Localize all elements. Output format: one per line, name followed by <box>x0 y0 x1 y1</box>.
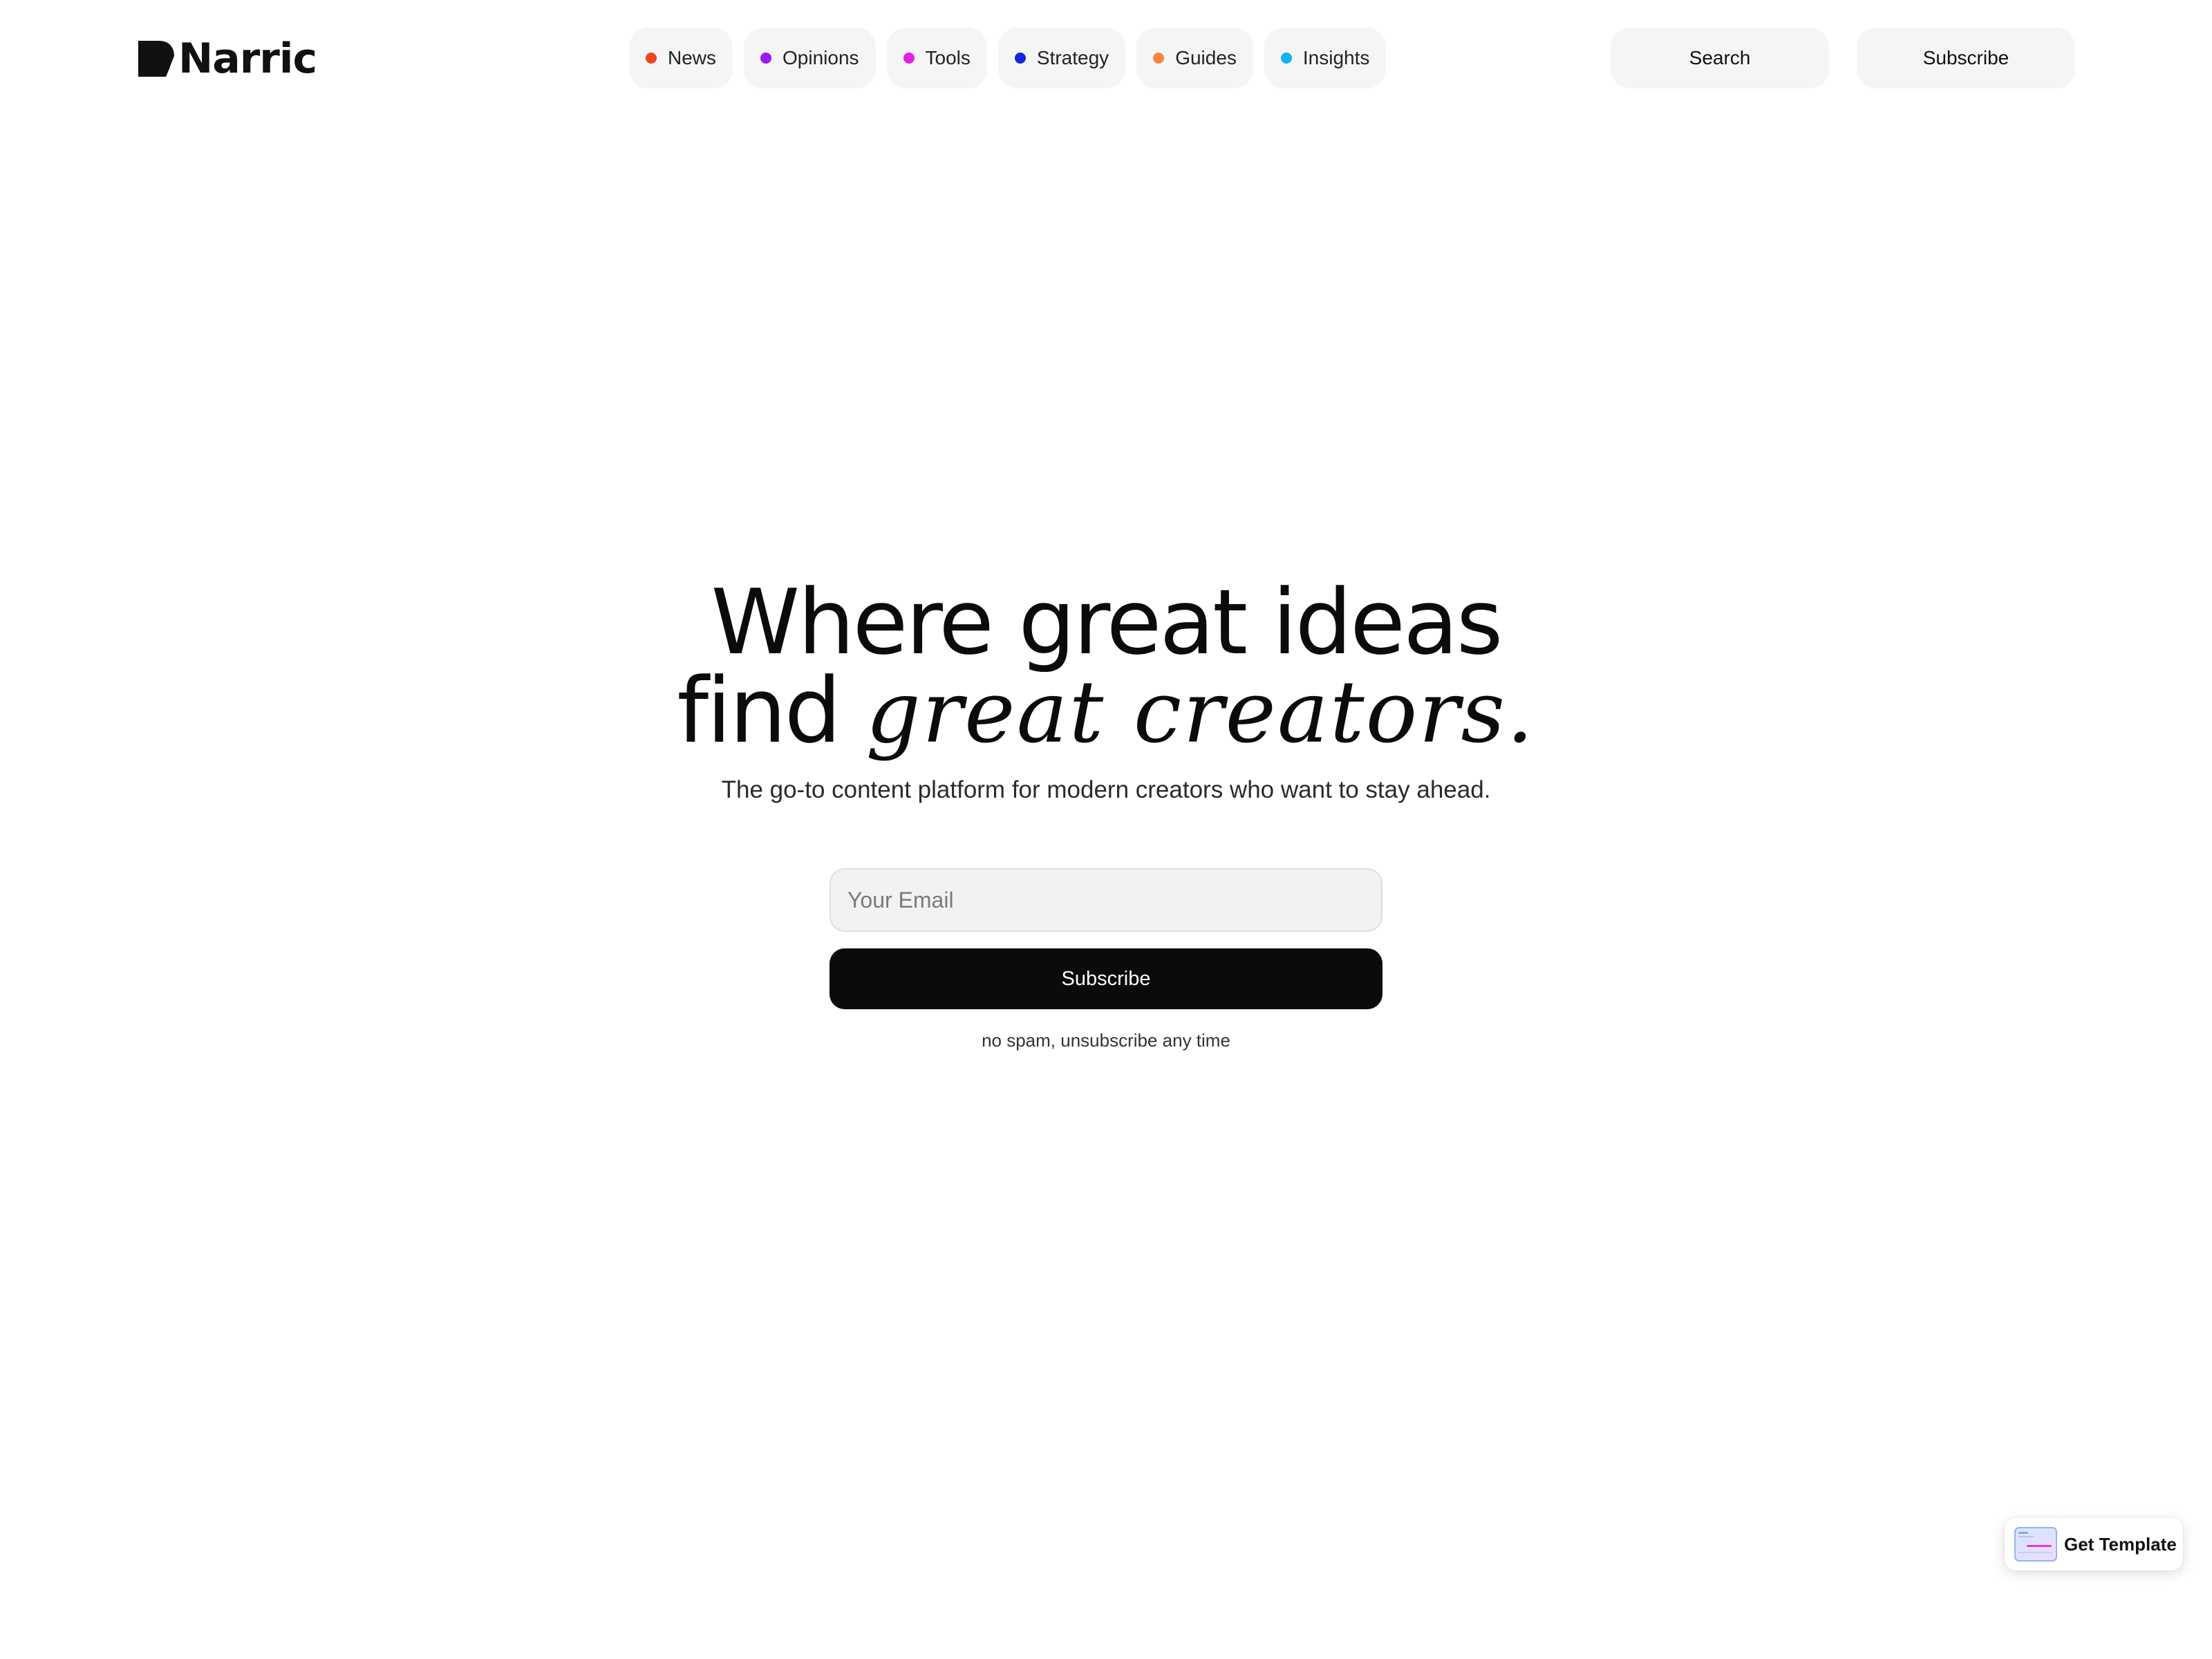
get-template-button[interactable]: Get Template <box>2005 1518 2183 1571</box>
logo[interactable]: Narric <box>138 35 317 83</box>
headline-line-2: find great creators. <box>0 666 2212 757</box>
subscribe-button-label: Subscribe <box>1061 967 1151 990</box>
news-dot-icon <box>646 53 657 64</box>
header-subscribe-button[interactable]: Subscribe <box>1857 28 2075 88</box>
nav-item-strategy[interactable]: Strategy <box>997 28 1126 88</box>
search-button-label: Search <box>1689 47 1751 68</box>
page: Narric News Opinions Tools Strategy Guid… <box>0 0 2212 1659</box>
subscribe-form: Subscribe no spam, unsubscribe any time <box>830 868 1382 1051</box>
subscribe-button[interactable]: Subscribe <box>830 948 1382 1009</box>
nav-item-label: Guides <box>1175 47 1237 68</box>
brand-name: Narric <box>178 35 317 83</box>
opinions-dot-icon <box>760 53 772 64</box>
search-button[interactable]: Search <box>1611 28 1829 88</box>
hero-subtitle: The go-to content platform for modern cr… <box>721 776 1491 803</box>
narric-logo-mark-icon <box>138 41 174 77</box>
nav-item-news[interactable]: News <box>629 28 733 88</box>
get-template-label: Get Template <box>2064 1533 2177 1555</box>
hero-headline: Where great ideas find great creators. <box>0 570 2212 757</box>
header-subscribe-label: Subscribe <box>1922 47 2009 68</box>
insights-dot-icon <box>1280 53 1292 64</box>
headline-italic-text: great creators. <box>865 663 1535 762</box>
hero: Where great ideas find great creators. T… <box>0 570 2212 804</box>
nav-item-label: Tools <box>925 47 971 68</box>
category-nav: News Opinions Tools Strategy Guides Insi… <box>629 28 1387 88</box>
email-input[interactable] <box>830 868 1382 932</box>
template-preview-icon <box>2014 1527 2057 1562</box>
strategy-dot-icon <box>1014 53 1026 64</box>
nav-item-guides[interactable]: Guides <box>1136 28 1253 88</box>
nav-item-label: Insights <box>1302 47 1370 68</box>
nav-item-label: Opinions <box>782 47 859 68</box>
nav-item-label: News <box>668 47 717 68</box>
nav-item-label: Strategy <box>1036 47 1109 68</box>
nav-item-opinions[interactable]: Opinions <box>744 28 876 88</box>
nav-item-tools[interactable]: Tools <box>886 28 987 88</box>
headline-line-1: Where great ideas <box>711 570 1503 675</box>
nav-item-insights[interactable]: Insights <box>1264 28 1387 88</box>
guides-dot-icon <box>1153 53 1165 64</box>
tools-dot-icon <box>903 53 915 64</box>
fine-print: no spam, unsubscribe any time <box>982 1030 1230 1051</box>
headline-plain-text: find <box>677 658 841 763</box>
